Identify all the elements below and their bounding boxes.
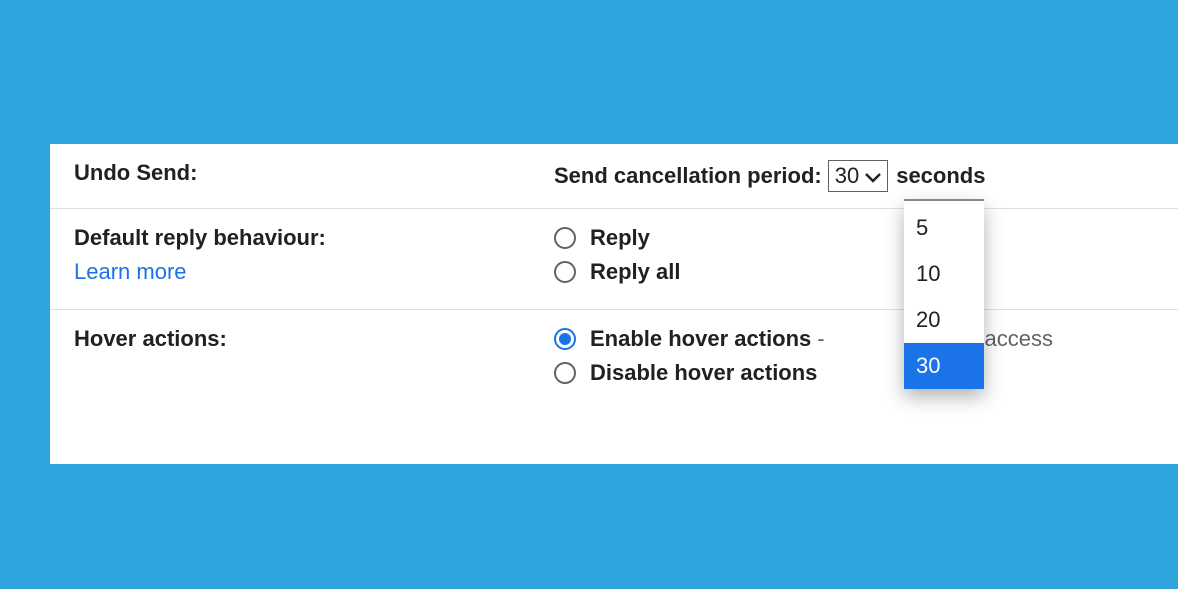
hover-actions-label: Hover actions: (74, 326, 554, 394)
radio-disable-hover[interactable]: Disable hover actions (554, 360, 1154, 386)
setting-row-default-reply: Default reply behaviour: Learn more Repl… (50, 209, 1178, 310)
setting-row-undo-send: Undo Send: Send cancellation period: 30 … (50, 144, 1178, 209)
radio-reply-all[interactable]: Reply all (554, 259, 1154, 285)
hover-actions-content: Enable hover actions - / gain access Dis… (554, 326, 1154, 394)
undo-send-content: Send cancellation period: 30 seconds (554, 160, 1154, 192)
default-reply-content: Reply Reply all (554, 225, 1154, 293)
cancellation-period-select[interactable]: 30 (828, 160, 888, 192)
dropdown-option-30[interactable]: 30 (904, 343, 984, 389)
cancellation-period-value: 30 (835, 163, 859, 189)
dropdown-option-5[interactable]: 5 (904, 205, 984, 251)
radio-reply-all-label: Reply all (590, 259, 680, 285)
radio-disable-hover-label: Disable hover actions (590, 360, 817, 386)
default-reply-label-col: Default reply behaviour: Learn more (74, 225, 554, 293)
radio-unchecked-icon (554, 227, 576, 249)
dropdown-option-20[interactable]: 20 (904, 297, 984, 343)
radio-unchecked-icon (554, 261, 576, 283)
learn-more-link[interactable]: Learn more (74, 259, 554, 285)
cancellation-period-dropdown: 5 10 20 30 (904, 199, 984, 389)
radio-enable-hover-label: Enable hover actions (590, 326, 811, 352)
cancellation-period-unit: seconds (896, 163, 985, 189)
chevron-down-icon (865, 163, 881, 189)
settings-panel: Undo Send: Send cancellation period: 30 … (50, 144, 1178, 464)
radio-reply-label: Reply (590, 225, 650, 251)
undo-send-label: Undo Send: (74, 160, 554, 192)
setting-row-hover-actions: Hover actions: Enable hover actions - / … (50, 310, 1178, 410)
cancellation-period-label: Send cancellation period: (554, 163, 822, 189)
radio-reply[interactable]: Reply (554, 225, 1154, 251)
radio-enable-hover[interactable]: Enable hover actions - / gain access (554, 326, 1154, 352)
radio-checked-icon (554, 328, 576, 350)
enable-hover-hint-dash: - (817, 326, 824, 352)
dropdown-option-10[interactable]: 10 (904, 251, 984, 297)
default-reply-label: Default reply behaviour: (74, 225, 326, 250)
radio-unchecked-icon (554, 362, 576, 384)
radio-dot-icon (559, 333, 571, 345)
